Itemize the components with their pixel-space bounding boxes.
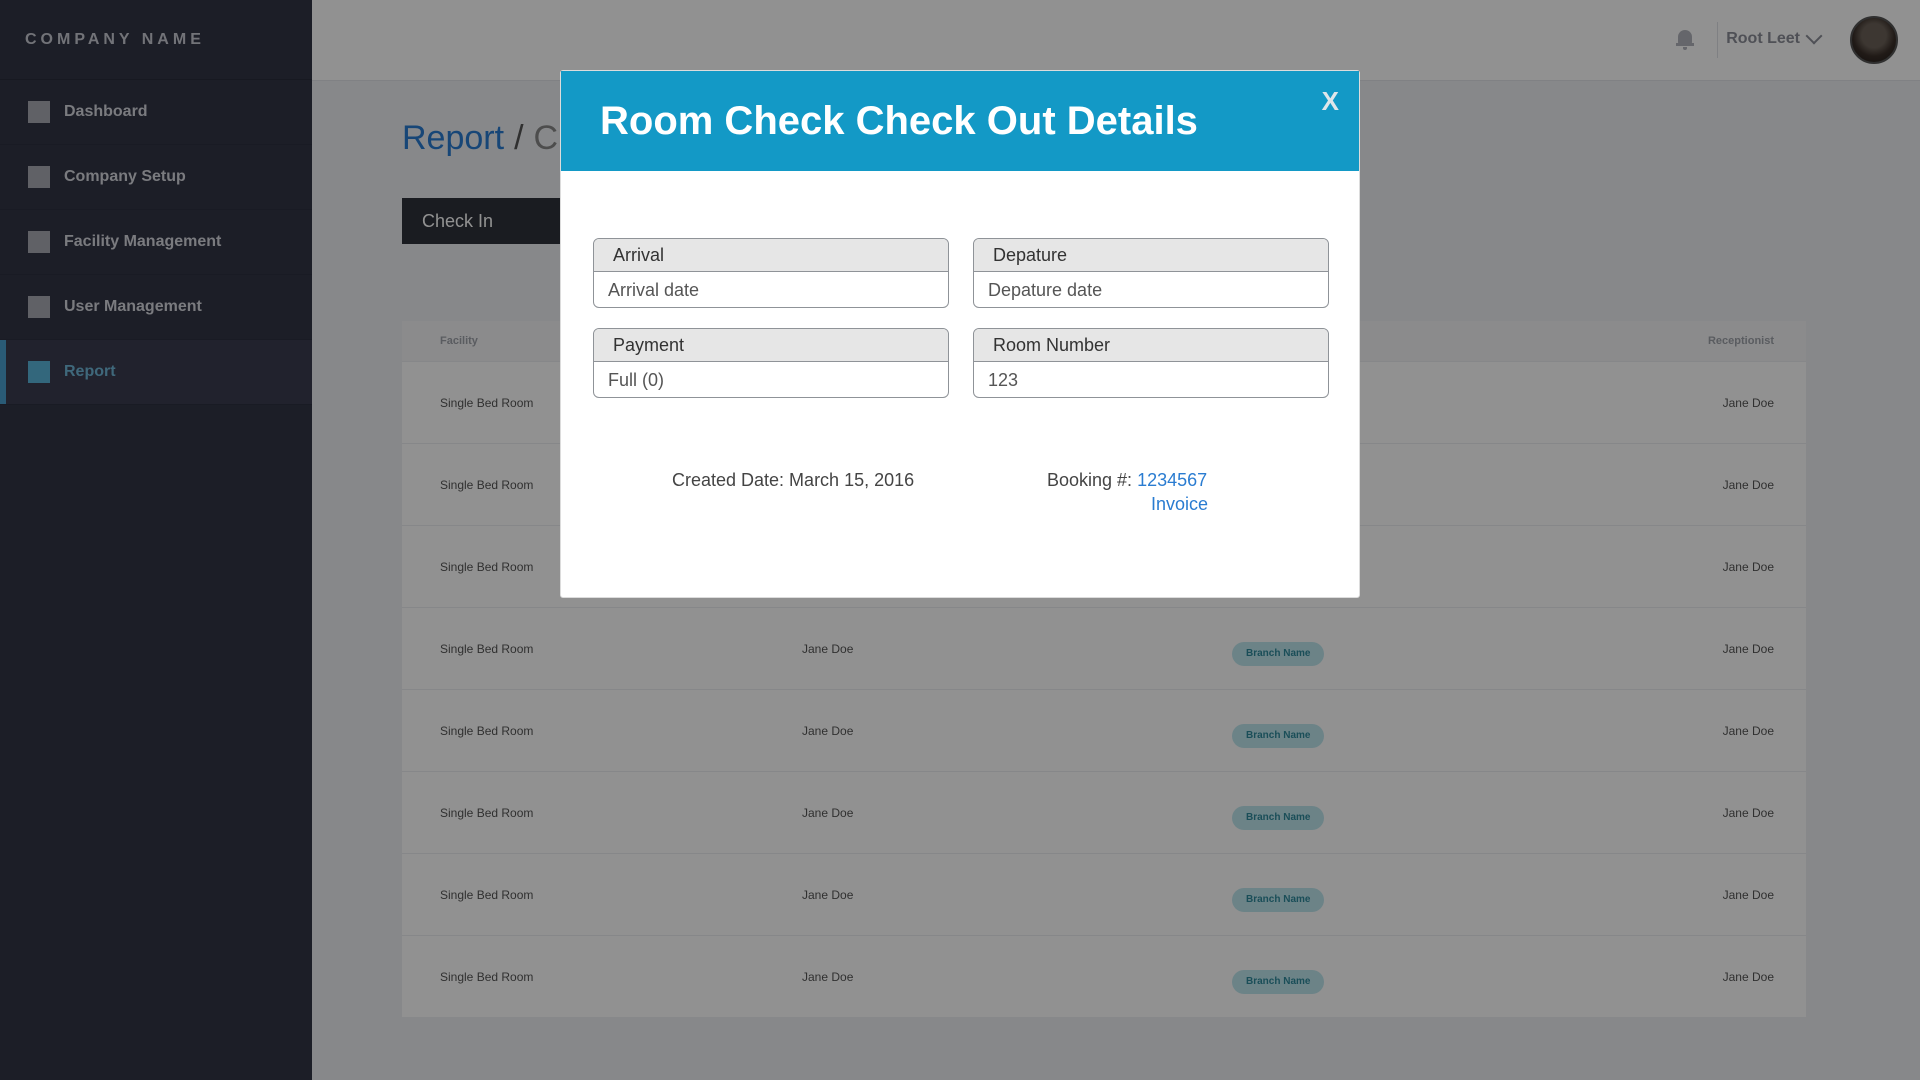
- room-number-value: 123: [988, 370, 1019, 390]
- payment-label: Payment: [594, 329, 948, 362]
- arrival-value: Arrival date: [608, 280, 700, 300]
- booking-label: Booking #:: [1047, 470, 1133, 490]
- booking-number-link[interactable]: 1234567: [1137, 470, 1207, 490]
- room-number-field: Room Number 123: [973, 328, 1329, 398]
- room-number-label: Room Number: [974, 329, 1328, 362]
- close-button[interactable]: X: [1322, 86, 1339, 117]
- arrival-label: Arrival: [594, 239, 948, 272]
- payment-field: Payment Full (0): [593, 328, 949, 398]
- departure-field: Depature Depature date: [973, 238, 1329, 308]
- departure-label: Depature: [974, 239, 1328, 272]
- payment-value: Full (0): [608, 370, 665, 390]
- invoice-link[interactable]: Invoice: [1151, 494, 1208, 514]
- departure-value: Depature date: [988, 280, 1103, 300]
- check-out-details-modal: Room Check Check Out Details X Arrival A…: [560, 70, 1360, 598]
- created-date: Created Date: March 15, 2016: [672, 470, 915, 490]
- invoice-wrap: Invoice: [1151, 494, 1208, 515]
- arrival-field: Arrival Arrival date: [593, 238, 949, 308]
- modal-title: Room Check Check Out Details: [600, 99, 1198, 143]
- booking-info: Booking #: 1234567: [1047, 470, 1207, 491]
- modal-header: Room Check Check Out Details X: [561, 71, 1359, 171]
